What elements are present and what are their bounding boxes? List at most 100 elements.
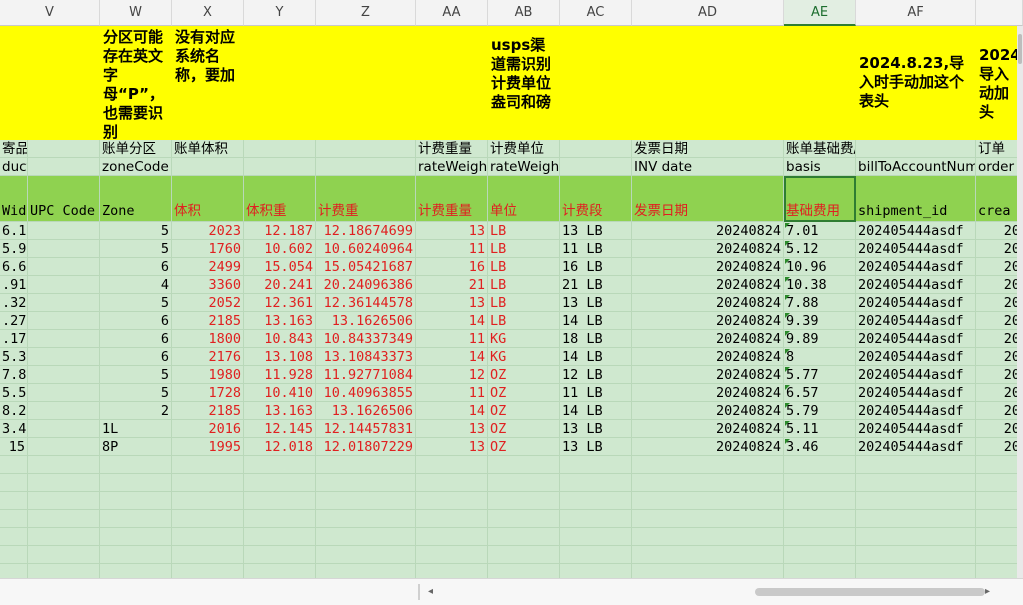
data-cell-9[interactable]: 20240824 [632, 402, 784, 420]
header-cn-cell-11[interactable] [856, 140, 976, 158]
scroll-right-icon[interactable]: ▸ [985, 586, 990, 597]
empty-cell[interactable] [416, 528, 488, 546]
empty-cell[interactable] [0, 510, 28, 528]
data-cell-9[interactable]: 20240824 [632, 222, 784, 240]
scroll-left-icon[interactable]: ◂ [428, 586, 433, 597]
column-header-ac[interactable]: AC [560, 0, 632, 26]
data-cell-1[interactable] [28, 438, 100, 456]
empty-cell[interactable] [100, 456, 172, 474]
header-en-cell-8[interactable] [560, 158, 632, 176]
empty-cell[interactable] [856, 456, 976, 474]
data-cell-8[interactable]: 12 LB [560, 366, 632, 384]
data-cell-9[interactable]: 20240824 [632, 438, 784, 456]
data-cell-3[interactable]: 2176 [172, 348, 244, 366]
data-cell-7[interactable]: KG [488, 348, 560, 366]
header-en-cell-7[interactable]: rateWeightUnit [488, 158, 560, 176]
data-cell-11[interactable]: 202405444asdf [856, 294, 976, 312]
data-cell-4[interactable]: 13.163 [244, 402, 316, 420]
data-cell-12[interactable]: 20 [976, 294, 1023, 312]
column-header-z[interactable]: Z [316, 0, 416, 26]
header-en-cell-4[interactable] [244, 158, 316, 176]
empty-cell[interactable] [100, 492, 172, 510]
empty-cell[interactable] [172, 492, 244, 510]
empty-cell[interactable] [100, 546, 172, 564]
note-cell-v[interactable] [0, 26, 100, 140]
header-cn-cell-8[interactable] [560, 140, 632, 158]
empty-cell[interactable] [856, 510, 976, 528]
data-cell-3[interactable]: 1980 [172, 366, 244, 384]
data-cell-11[interactable]: 202405444asdf [856, 348, 976, 366]
header-en-cell-10[interactable]: basis [784, 158, 856, 176]
empty-cell[interactable] [632, 528, 784, 546]
data-cell-5[interactable]: 12.01807229 [316, 438, 416, 456]
data-cell-5[interactable]: 20.24096386 [316, 276, 416, 294]
empty-cell[interactable] [28, 456, 100, 474]
data-cell-2[interactable]: 5 [100, 240, 172, 258]
empty-cell[interactable] [976, 456, 1023, 474]
empty-cell[interactable] [100, 528, 172, 546]
empty-cell[interactable] [488, 474, 560, 492]
empty-cell[interactable] [632, 492, 784, 510]
empty-cell[interactable] [28, 492, 100, 510]
empty-cell[interactable] [560, 528, 632, 546]
note-cell-last[interactable]: 2024,导入动加头 [976, 26, 1023, 140]
data-cell-9[interactable]: 20240824 [632, 294, 784, 312]
note-cell-ac-ae[interactable] [560, 26, 856, 140]
data-cell-8[interactable]: 16 LB [560, 258, 632, 276]
data-cell-5[interactable]: 15.05421687 [316, 258, 416, 276]
empty-cell[interactable] [28, 546, 100, 564]
data-cell-6[interactable]: 13 [416, 294, 488, 312]
data-cell-9[interactable]: 20240824 [632, 240, 784, 258]
data-cell-10[interactable]: 7.01 [784, 222, 856, 240]
column-header-aa[interactable]: AA [416, 0, 488, 26]
data-cell-6[interactable]: 11 [416, 330, 488, 348]
data-cell-10[interactable]: 5.77 [784, 366, 856, 384]
empty-cell[interactable] [632, 510, 784, 528]
empty-cell[interactable] [172, 510, 244, 528]
empty-cell[interactable] [856, 474, 976, 492]
column-header-w[interactable]: W [100, 0, 172, 26]
data-cell-10[interactable]: 7.88 [784, 294, 856, 312]
data-cell-4[interactable]: 20.241 [244, 276, 316, 294]
header-cn-cell-6[interactable]: 计费重量 [416, 140, 488, 158]
data-cell-1[interactable] [28, 366, 100, 384]
data-cell-11[interactable]: 202405444asdf [856, 276, 976, 294]
header-map-cell-7[interactable]: 单位 [488, 176, 560, 222]
empty-cell[interactable] [172, 456, 244, 474]
header-cn-cell-4[interactable] [244, 140, 316, 158]
data-cell-8[interactable]: 13 LB [560, 420, 632, 438]
header-cn-cell-12[interactable]: 订单 [976, 140, 1023, 158]
header-en-cell-2[interactable]: zoneCode [100, 158, 172, 176]
header-map-cell-2[interactable]: Zone [100, 176, 172, 222]
data-cell-2[interactable]: 5 [100, 366, 172, 384]
empty-cell[interactable] [784, 456, 856, 474]
data-cell-5[interactable]: 11.92771084 [316, 366, 416, 384]
data-cell-9[interactable]: 20240824 [632, 312, 784, 330]
data-cell-10[interactable]: 10.96 [784, 258, 856, 276]
empty-cell[interactable] [560, 510, 632, 528]
data-cell-8[interactable]: 14 LB [560, 402, 632, 420]
data-cell-4[interactable]: 10.410 [244, 384, 316, 402]
header-en-cell-6[interactable]: rateWeightA [416, 158, 488, 176]
header-en-cell-5[interactable] [316, 158, 416, 176]
data-cell-3[interactable]: 2023 [172, 222, 244, 240]
data-cell-12[interactable]: 20 [976, 348, 1023, 366]
empty-cell[interactable] [244, 510, 316, 528]
data-cell-2[interactable]: 1L [100, 420, 172, 438]
data-cell-11[interactable]: 202405444asdf [856, 366, 976, 384]
data-cell-11[interactable]: 202405444asdf [856, 222, 976, 240]
data-cell-9[interactable]: 20240824 [632, 366, 784, 384]
empty-cell[interactable] [244, 492, 316, 510]
data-cell-3[interactable]: 1760 [172, 240, 244, 258]
data-cell-6[interactable]: 11 [416, 240, 488, 258]
data-cell-4[interactable]: 13.108 [244, 348, 316, 366]
data-cell-7[interactable]: LB [488, 312, 560, 330]
header-cn-cell-7[interactable]: 计费单位 [488, 140, 560, 158]
data-cell-2[interactable]: 8P [100, 438, 172, 456]
empty-cell[interactable] [316, 528, 416, 546]
empty-cell[interactable] [0, 492, 28, 510]
data-cell-5[interactable]: 13.1626506 [316, 402, 416, 420]
data-cell-12[interactable]: 20 [976, 312, 1023, 330]
header-en-cell-12[interactable]: order [976, 158, 1023, 176]
vertical-scrollbar[interactable] [1017, 26, 1023, 578]
